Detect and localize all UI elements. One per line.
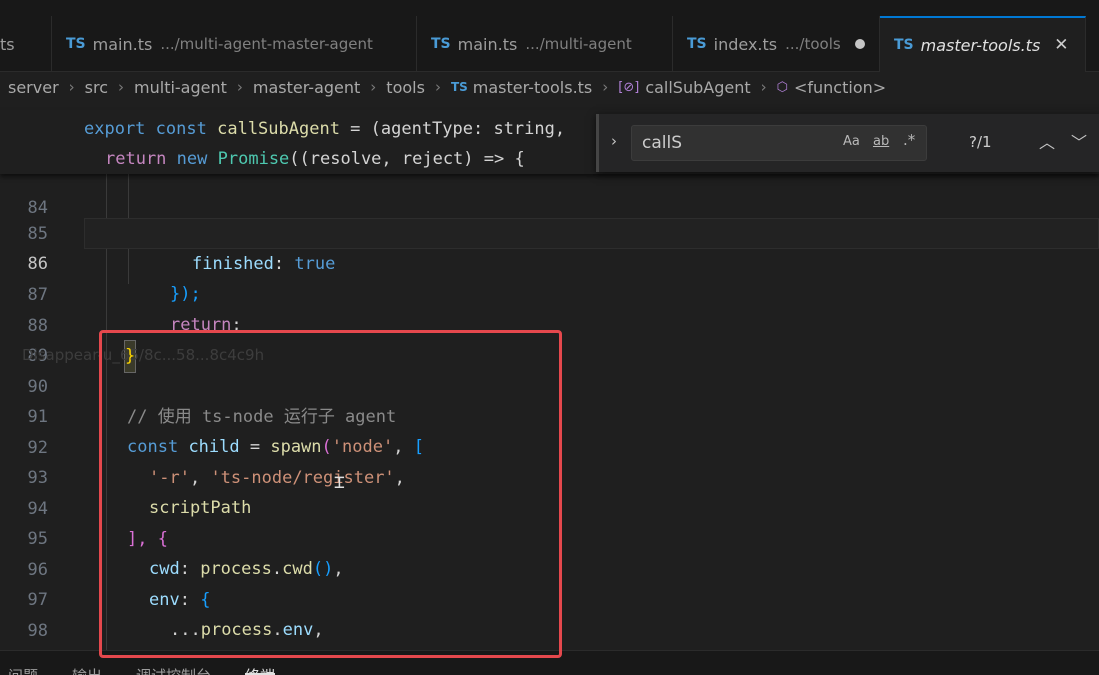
keyword: const — [155, 119, 207, 139]
typescript-file-icon: TS — [450, 80, 468, 94]
keyword: return — [105, 149, 167, 169]
chevron-right-icon: › — [118, 78, 125, 96]
code-line-85[interactable]: 85 finished: true — [0, 188, 1099, 275]
code-line-86[interactable]: 86 }); — [0, 218, 1099, 305]
tab-terminal[interactable]: 终端 — [245, 651, 276, 675]
match-case-icon[interactable]: Aa — [843, 134, 860, 149]
regex-icon[interactable]: .* — [903, 131, 915, 149]
code-line-98[interactable]: 98 AGENT_TASK: task, — [0, 585, 1099, 641]
typescript-file-icon: TS — [431, 36, 451, 52]
sticky-line-1[interactable]: export const callSubAgent = (agentType: … — [84, 114, 565, 144]
tab-path: .../multi-agent — [525, 35, 632, 53]
breadcrumb: server › src › multi-agent › master-agen… — [0, 72, 1099, 102]
breadcrumb-function[interactable]: <function> — [794, 78, 886, 97]
code-line-95[interactable]: 95 cwd: process.cwd(), — [0, 493, 1099, 580]
watermark: Disappear-u_65/8c...58...8c4c9h — [22, 346, 265, 364]
tab-label: main.ts — [92, 34, 153, 54]
keyword: new — [176, 149, 208, 169]
chevron-right-icon[interactable]: › — [611, 132, 617, 150]
breadcrumb-tools[interactable]: tools — [386, 78, 425, 97]
tab-main-ts-multi-agent[interactable]: TS main.ts .../multi-agent — [417, 16, 673, 72]
typescript-file-icon: TS — [894, 37, 914, 53]
tab-label: ts — [0, 34, 15, 54]
chevron-right-icon: › — [602, 78, 609, 96]
typescript-file-icon: TS — [687, 36, 707, 52]
chevron-right-icon: › — [370, 78, 377, 96]
function-name: callSubAgent — [217, 119, 340, 139]
tab-master-tools-ts[interactable]: TS master-tools.ts ✕ — [880, 16, 1086, 72]
class-name: Promise — [217, 149, 290, 169]
chevron-right-icon: › — [68, 78, 75, 96]
typescript-file-icon: TS — [66, 36, 86, 52]
editor-tabs: ts TS main.ts .../multi-agent-master-age… — [0, 16, 1099, 72]
keyword: export — [84, 119, 146, 139]
title-bar — [0, 0, 1099, 16]
tab-index-ts[interactable]: TS index.ts .../tools — [673, 16, 880, 72]
chevron-right-icon: › — [236, 78, 243, 96]
chevron-right-icon: › — [760, 78, 767, 96]
code-line-92[interactable]: 92 '-r', 'ts-node/register', — [0, 402, 1099, 489]
panel-tabs: 问题 输出 调试控制台 终端 — [0, 650, 1099, 675]
tab-debug-console[interactable]: 调试控制台 — [136, 651, 211, 675]
match-whole-word-icon[interactable]: ab — [873, 134, 889, 149]
code-line-99[interactable]: 99 AGENT_DIR: agentDir — [0, 615, 1099, 646]
code-text: ((resolve, reject) => { — [289, 149, 525, 169]
match-count: ?/1 — [969, 133, 992, 151]
tab-label: index.ts — [713, 34, 778, 54]
breadcrumb-master-agent[interactable]: master-agent — [253, 78, 360, 97]
code-line-88[interactable]: 88 } — [0, 280, 1099, 373]
close-icon[interactable]: ✕ — [1054, 35, 1068, 55]
tab-label: main.ts — [457, 34, 518, 54]
tab-path: .../tools — [785, 35, 841, 53]
breadcrumb-file[interactable]: master-tools.ts — [473, 78, 593, 97]
breadcrumb-server[interactable]: server — [8, 78, 59, 97]
tab-output[interactable]: 输出 — [72, 651, 102, 675]
code-lines[interactable]: 84 message: '未知的 Agent 类型: ${agentType}'… — [0, 174, 1099, 650]
chevron-down-icon[interactable]: ﹀ — [1071, 129, 1087, 153]
unsaved-dot-icon[interactable] — [854, 39, 865, 49]
code-line-87[interactable]: 87 return; — [0, 249, 1099, 336]
tab-path: .../multi-agent-master-agent — [160, 35, 373, 53]
code-line-91[interactable]: 91 const child = spawn('node', [ — [0, 371, 1099, 458]
sticky-line-2[interactable]: return new Promise((resolve, reject) => … — [105, 144, 525, 174]
chevron-right-icon: › — [434, 78, 441, 96]
breadcrumb-symbol[interactable]: callSubAgent — [645, 78, 750, 97]
code-text: = (agentType: string, — [339, 119, 566, 139]
symbol-variable-icon: [⊘] — [618, 79, 640, 95]
code-line-89[interactable]: 89 — [0, 310, 1099, 366]
breadcrumb-multi-agent[interactable]: multi-agent — [134, 78, 227, 97]
breadcrumb-src[interactable]: src — [85, 78, 108, 97]
tab-ts[interactable]: ts — [0, 16, 52, 72]
code-line-93[interactable]: 93 scriptPath — [0, 432, 1099, 519]
code-editor[interactable]: export const callSubAgent = (agentType: … — [0, 110, 1099, 650]
tab-problems[interactable]: 问题 — [8, 651, 38, 675]
code-line-94[interactable]: 94 ], { — [0, 463, 1099, 550]
text-cursor-icon: ⌶ — [334, 472, 345, 493]
chevron-up-icon[interactable]: ︿ — [1039, 129, 1055, 153]
tab-label: master-tools.ts — [920, 35, 1041, 55]
tab-main-ts-master-agent[interactable]: TS main.ts .../multi-agent-master-agent — [52, 16, 417, 72]
code-line-97[interactable]: 97 ...process.env, — [0, 554, 1099, 641]
symbol-method-icon: ⬡ — [776, 79, 788, 95]
find-widget: › Aa ab .* ?/1 ︿ ﹀ — [596, 114, 1099, 172]
code-line-96[interactable]: 96 env: { — [0, 524, 1099, 611]
